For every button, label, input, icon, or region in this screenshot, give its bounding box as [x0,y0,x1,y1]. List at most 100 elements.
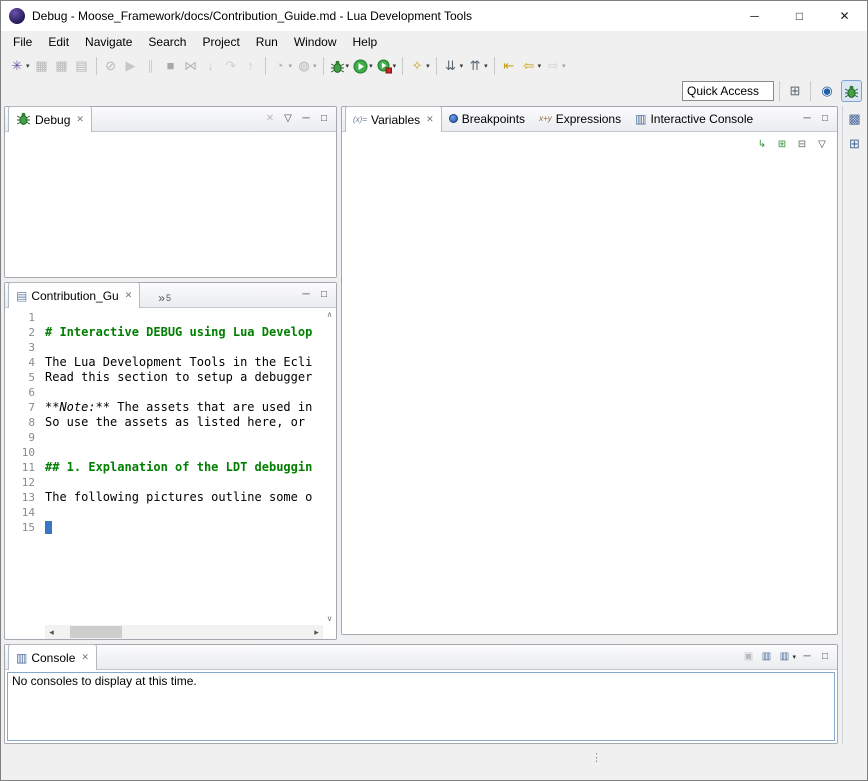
variables-maximize-icon: □ [818,113,832,124]
statusbar-grip[interactable]: ⋮ [591,753,602,764]
scroll-down-icon[interactable]: ∨ [327,614,333,623]
menu-help[interactable]: Help [345,31,386,53]
line-number: 5 [5,370,35,385]
tab-expressions[interactable]: x+yExpressions [532,106,628,131]
tab-interactive-console[interactable]: ▥Interactive Console [628,106,760,131]
variables-toolbar-show-type-names-button[interactable]: ⊞ [775,139,789,150]
menu-edit[interactable]: Edit [40,31,77,53]
strip-minimized-view-1-button[interactable]: ▩ [847,111,863,127]
toolbar-external-tools-button[interactable]: ▾ [375,57,399,76]
editor-tab-label: Contribution_Gu [31,289,118,303]
toolbar-search-dropdown-icon[interactable]: ▾ [426,62,430,70]
toolbar-search-button[interactable]: ✧▾ [407,56,432,76]
code-line-13: The following pictures outline some o [45,490,323,505]
lua-perspective-button[interactable]: ◉ [816,80,838,102]
console-maximize-button[interactable]: □ [818,651,832,662]
toolbar-run-icon [353,59,368,74]
console-open-console-dropdown-icon[interactable]: ▾ [792,653,796,661]
debug-view-maximize-button[interactable]: □ [317,113,331,124]
toolbar-coverage-dropdown-icon: ▾ [313,62,317,70]
toolbar-previous-annotation-button[interactable]: ⇈▾ [465,56,490,76]
hscroll-thumb[interactable] [70,626,122,638]
toolbar-new-button[interactable]: ✳▾ [7,56,32,76]
variables-toolbar-view-menu-button[interactable]: ▽ [815,139,829,150]
editor-tab-contribution-guide[interactable]: ▤ Contribution_Gu ✕ [8,282,140,308]
scroll-right-icon[interactable]: ▸ [310,627,323,638]
code-line-11: ## 1. Explanation of the LDT debuggin [45,460,323,475]
variables-minimize-button[interactable]: ─ [800,113,814,124]
editor-maximize-button[interactable]: □ [317,289,331,300]
console-display-selected-console-button[interactable]: ▥ [759,651,773,662]
file-icon: ▤ [16,290,27,302]
code-area[interactable]: # Interactive DEBUG using Lua Develop The… [45,308,323,625]
line-number: 7 [5,400,35,415]
toolbar-next-annotation-button[interactable]: ⇊▾ [441,56,466,76]
menu-navigate[interactable]: Navigate [77,31,140,53]
toolbar-new-dropdown-icon[interactable]: ▾ [26,62,30,70]
code-text: The Lua Development Tools in the Ecli [45,355,312,369]
debug-view-view-menu-button[interactable]: ▽ [281,113,295,124]
scroll-up-icon[interactable]: ∧ [327,310,333,319]
tab-variables[interactable]: (x)=Variables✕ [345,106,442,132]
toolbar-external-tools-dropdown-icon[interactable]: ▾ [393,62,397,70]
line-number: 15 [5,520,35,535]
toolbar-resume-icon: ▶ [123,58,139,74]
debug-tab-close-icon[interactable]: ✕ [76,114,84,125]
editor-tab-close-icon[interactable]: ✕ [125,290,133,301]
editor-vscrollbar[interactable]: ∧ ∨ [323,308,336,625]
console-display-selected-console-icon: ▥ [759,651,773,662]
open-perspective-button[interactable]: ⊞ [785,81,805,101]
console-tab-close-icon[interactable]: ✕ [81,652,89,663]
console-open-console-button[interactable]: ▥▾ [777,651,796,662]
scroll-left-icon[interactable]: ◂ [45,627,58,638]
menu-search[interactable]: Search [140,31,194,53]
debug-perspective-button[interactable] [841,80,862,102]
editor-hscrollbar[interactable]: ◂ ▸ [45,625,323,639]
toolbar-back-button[interactable]: ⇦▾ [519,56,544,76]
window-close-button[interactable]: ✕ [822,1,867,31]
code-line-2: # Interactive DEBUG using Lua Develop [45,325,323,340]
debug-view-minimize-button[interactable]: ─ [299,113,313,124]
toolbar-last-edit-location-button[interactable]: ⇤ [499,56,519,76]
toolbar-coverage-icon: ◍ [296,58,312,74]
toolbar-debug-button[interactable]: ▾ [328,57,352,76]
toolbar-group: ✳▾▦▦▤ [7,56,92,76]
variables-toolbar-show-logical-structure-button[interactable]: ↳ [755,139,769,150]
window-minimize-button[interactable]: ─ [732,1,777,31]
overflow-count: 5 [166,293,171,303]
console-minimize-button[interactable]: ─ [800,651,814,662]
code-line-14 [45,505,323,520]
strip-minimized-view-2-button[interactable]: ⊞ [847,136,863,152]
toolbar-next-annotation-dropdown-icon[interactable]: ▾ [460,62,464,70]
console-icon: ▥ [16,652,27,664]
toolbar-back-dropdown-icon[interactable]: ▾ [538,62,542,70]
toolbar-debug-dropdown-icon[interactable]: ▾ [346,62,350,70]
menu-project[interactable]: Project [194,31,247,53]
editor-content: 123456789101112131415 # Interactive DEBU… [5,308,336,639]
menu-window[interactable]: Window [286,31,345,53]
quick-access-button[interactable]: Quick Access [682,81,774,101]
editor-minimize-button[interactable]: ─ [299,289,313,300]
tab-debug[interactable]: Debug ✕ [8,106,92,132]
window-maximize-button[interactable]: □ [777,1,822,31]
toolbar-separator [323,57,324,75]
menu-run[interactable]: Run [248,31,286,53]
toolbar-run-button[interactable]: ▾ [351,57,375,76]
menu-file[interactable]: File [5,31,40,53]
lua-perspective-icon: ◉ [819,83,835,99]
toolbar-coverage-button: ◍▾ [294,56,319,76]
line-number: 14 [5,505,35,520]
editor-tab-overflow-button[interactable]: »5 [158,293,171,307]
toolbar-run-dropdown-icon[interactable]: ▾ [369,62,373,70]
editor-minimize-icon: ─ [299,289,313,300]
toolbar-save-all-icon: ▦ [54,58,70,74]
tab-console[interactable]: ▥ Console ✕ [8,644,97,670]
tab-close-icon[interactable]: ✕ [426,114,434,125]
variables-maximize-button[interactable]: □ [818,113,832,124]
expressions-icon: x+y [539,114,552,123]
toolbar-previous-annotation-dropdown-icon[interactable]: ▾ [484,62,488,70]
variables-toolbar-collapse-all-button[interactable]: ⊟ [795,139,809,150]
secondary-toolbar: Quick Access ⊞ ◉ [2,79,862,103]
hscroll-track[interactable] [58,625,310,639]
tab-breakpoints[interactable]: Breakpoints [442,106,532,131]
